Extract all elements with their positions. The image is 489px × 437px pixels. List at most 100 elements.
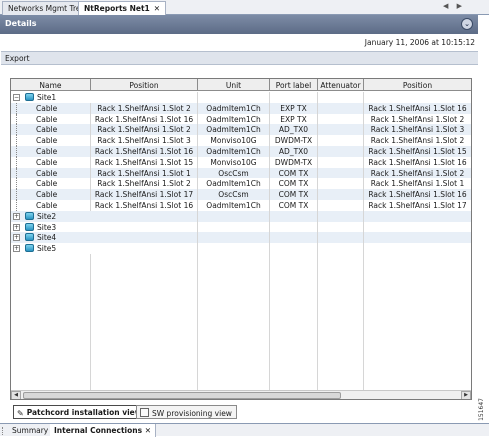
scroll-thumb[interactable]: [23, 392, 341, 399]
tree-row-site[interactable]: + Site5: [11, 243, 471, 254]
table-row[interactable]: Cable Rack 1.ShelfAnsi 1.Slot 2 OadmItem1C…: [11, 124, 471, 136]
expand-tree-icon[interactable]: +: [13, 212, 20, 220]
table-row[interactable]: Cable Rack 1.ShelfAnsi 1.Slot 16 OadmItem1…: [11, 146, 471, 157]
table-cell: [364, 276, 471, 287]
horizontal-scrollbar[interactable]: ◀ ▶: [11, 390, 471, 399]
tree-row-site[interactable]: + Site3: [11, 221, 471, 233]
table-cell: [11, 340, 91, 352]
table-cell: [198, 329, 270, 341]
table-cell: [198, 221, 270, 233]
tree-row-site[interactable]: − Site1: [11, 92, 471, 103]
table-cell: [91, 340, 198, 352]
table-cell: [198, 308, 270, 319]
empty-row: [11, 297, 471, 308]
tab-internal-connections[interactable]: Internal Connections ✕: [50, 424, 156, 437]
table-cell: [11, 264, 91, 276]
tree-row-site[interactable]: + Site4: [11, 232, 471, 244]
table-cell: [318, 254, 364, 265]
table-cell: [91, 221, 198, 233]
collapse-icon[interactable]: ⌄: [461, 18, 473, 30]
scroll-left-icon[interactable]: ◀: [11, 391, 21, 399]
table-row[interactable]: Cable Rack 1.ShelfAnsi 1.Slot 17 OscCsm COM…: [11, 189, 471, 200]
table-cell: [198, 275, 270, 287]
table-cell: [318, 318, 364, 330]
column-header-position[interactable]: Position: [91, 79, 198, 91]
view-tab-label: Patchcord installation view: [26, 408, 142, 417]
table-row[interactable]: Cable Rack 1.ShelfAnsi 1.Slot 2 OadmItem1C…: [11, 102, 471, 114]
site-icon: [25, 93, 34, 101]
table-cell: [318, 92, 364, 103]
table-cell: Rack 1.ShelfAnsi 1.Slot 3: [370, 125, 465, 135]
table-cell: [270, 232, 318, 244]
table-cell: Rack 1.ShelfAnsi 1.Slot 17: [368, 201, 467, 210]
table-cell: [364, 297, 471, 308]
table-cell: [318, 178, 364, 190]
table-body: − Site1 Cable Rack 1.ShelfAnsi 1.Slot 2 Oadm…: [11, 92, 471, 395]
column-header-position-2[interactable]: Position: [364, 79, 471, 91]
export-bar[interactable]: Export: [1, 51, 478, 65]
table-cell: [318, 362, 364, 373]
table-cell: [318, 221, 364, 233]
column-header-name[interactable]: Name: [11, 79, 91, 91]
table-row[interactable]: Cable Rack 1.ShelfAnsi 1.Slot 16 OadmItem1…: [11, 113, 471, 125]
tree-connector-line: [16, 200, 17, 211]
tree-connector-line: [16, 146, 17, 157]
tab-ntreports-net1[interactable]: NtReports Net1 ✕: [78, 1, 167, 15]
column-header-attenuator[interactable]: Attenuator: [318, 79, 364, 91]
site-icon: [25, 211, 34, 220]
tab-label: NtReports Net1: [84, 4, 150, 13]
tree-row-site[interactable]: + Site2: [11, 210, 471, 222]
table-row[interactable]: Cable Rack 1.ShelfAnsi 1.Slot 16 OadmItem1…: [11, 200, 471, 211]
table-cell: [270, 318, 318, 330]
expand-tree-icon[interactable]: +: [13, 223, 20, 231]
table-cell: [11, 308, 91, 319]
grip-handle[interactable]: [2, 427, 5, 435]
tab-patchcord-installation-view[interactable]: ✎ Patchcord installation view: [13, 405, 147, 419]
table-row[interactable]: Cable Rack 1.ShelfAnsi 1.Slot 2 OadmItem1C…: [11, 178, 471, 190]
table-row[interactable]: Cable Rack 1.ShelfAnsi 1.Slot 3 Monviso10G…: [11, 135, 471, 146]
tree-connector-line: [16, 167, 17, 179]
table-cell: [91, 254, 198, 265]
table-cell: [91, 286, 198, 298]
table-cell: [364, 362, 471, 373]
tab-summary[interactable]: Summary: [8, 424, 54, 437]
table-cell: [318, 167, 364, 179]
table-cell: [318, 135, 364, 146]
table-cell: [198, 362, 270, 373]
column-header-unit[interactable]: Unit: [198, 79, 270, 91]
expand-tree-icon[interactable]: +: [13, 234, 20, 242]
report-timestamp: January 11, 2006 at 10:15:12: [364, 38, 475, 47]
provisioning-icon: [140, 408, 149, 417]
table-cell: [91, 275, 198, 287]
table-row[interactable]: Cable Rack 1.ShelfAnsi 1.Slot 15 Monviso10…: [11, 156, 471, 168]
table-cell: OadmItem1Ch: [198, 200, 270, 211]
site-icon: [25, 244, 34, 253]
empty-row: [11, 351, 471, 362]
table-cell: Cable: [33, 146, 91, 157]
scroll-right-icon[interactable]: ▶: [461, 391, 471, 399]
connections-table: Name Position Unit Port label Attenuator…: [10, 78, 472, 400]
table-cell: [270, 221, 318, 233]
table-cell: [270, 362, 318, 373]
close-icon[interactable]: ✕: [154, 4, 160, 13]
table-cell: EXP TX: [270, 102, 318, 114]
column-header-port-label[interactable]: Port label: [270, 79, 318, 91]
table-cell: [270, 340, 318, 352]
table-cell: OadmItem1Ch: [198, 124, 270, 136]
tab-scroll-arrows[interactable]: ◀ ▶: [443, 2, 465, 10]
close-icon[interactable]: ✕: [145, 426, 151, 435]
collapse-tree-icon[interactable]: −: [13, 94, 20, 101]
table-row[interactable]: Cable Rack 1.ShelfAnsi 1.Slot 1 OscCsm COM …: [11, 167, 471, 179]
site-label: Site4: [37, 233, 57, 243]
tab-sw-provisioning-view[interactable]: SW provisioning view: [136, 405, 237, 419]
empty-row: [11, 340, 471, 352]
table-cell: [91, 329, 198, 341]
expand-tree-icon[interactable]: +: [13, 245, 20, 253]
empty-row: [11, 286, 471, 298]
table-cell: [364, 254, 471, 265]
table-cell: [198, 318, 270, 330]
table-cell: [270, 92, 318, 103]
table-cell: [91, 243, 198, 254]
tree-connector-line: [16, 135, 17, 146]
table-cell: [91, 264, 198, 276]
